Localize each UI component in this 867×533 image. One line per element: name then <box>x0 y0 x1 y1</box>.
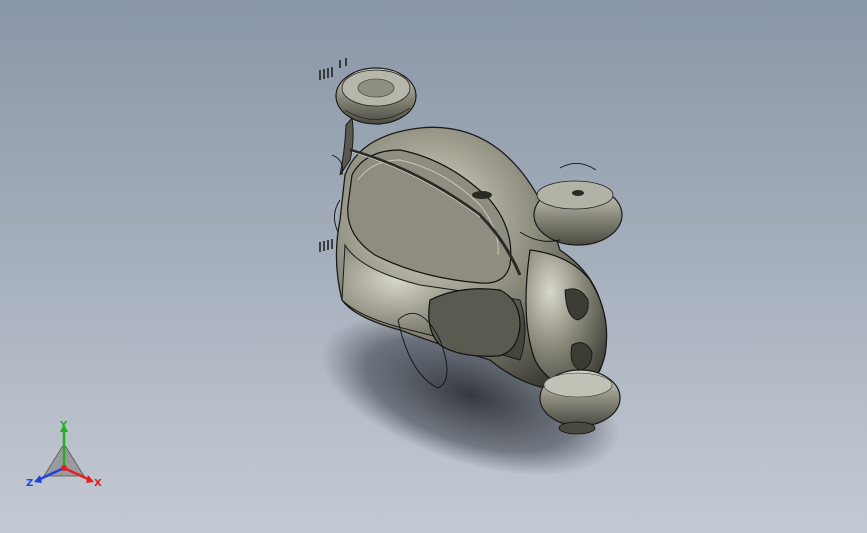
z-axis-label: Z <box>26 478 33 489</box>
x-axis-arrow <box>86 475 94 483</box>
graphics-viewport[interactable]: Y X Z <box>0 0 867 533</box>
hatch-mark-left <box>319 239 333 252</box>
scooter-3d-model[interactable] <box>0 0 867 533</box>
hatch-mark-top <box>319 58 347 80</box>
z-axis-arrow <box>34 475 42 483</box>
triad-origin <box>61 465 67 471</box>
y-axis-label: Y <box>59 420 68 431</box>
view-orientation-triad[interactable]: Y X Z <box>24 418 108 494</box>
x-axis-label: X <box>94 478 102 489</box>
logo-slot <box>472 191 492 199</box>
